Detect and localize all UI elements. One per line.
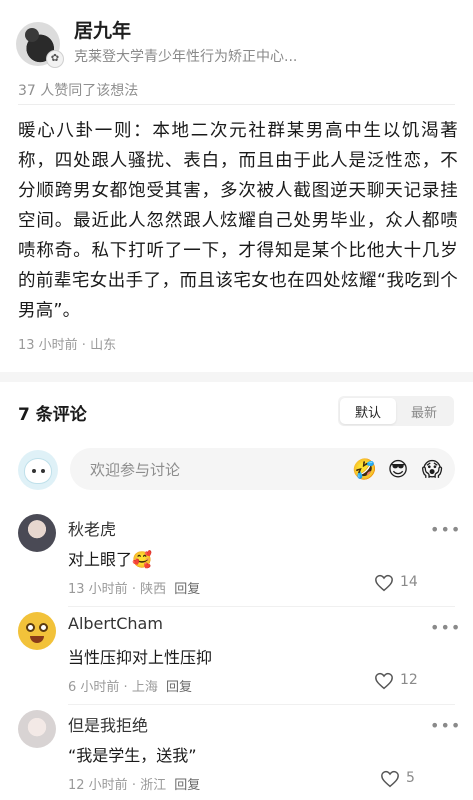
more-options-icon[interactable]: •••: [430, 716, 461, 735]
shocked-emoji-button[interactable]: 😱: [420, 457, 444, 481]
comments-count-title: 7 条评论: [18, 405, 87, 425]
like-count: 14: [400, 574, 418, 590]
laughing-emoji-button[interactable]: 🤣: [352, 457, 377, 481]
commenter-name[interactable]: 但是我拒绝: [68, 712, 148, 736]
post-header: ✿ 居九年 克莱登大学青少年性行为矫正中心...: [0, 0, 473, 80]
like-button[interactable]: 12: [374, 672, 418, 690]
cool-emoji-button[interactable]: 😎: [386, 457, 410, 481]
comment-meta: 13 小时前 · 陕西 回复: [68, 582, 201, 597]
like-button[interactable]: 14: [374, 574, 418, 592]
comment-input[interactable]: 欢迎参与讨论 🤣 😎 😱: [70, 448, 455, 490]
heart-icon: [375, 672, 393, 690]
like-button[interactable]: 5: [380, 770, 415, 788]
commenter-avatar[interactable]: [18, 710, 56, 748]
comment-location: 浙江: [140, 778, 167, 793]
more-options-icon[interactable]: •••: [430, 520, 461, 539]
commenter-name[interactable]: 秋老虎: [68, 516, 116, 540]
heart-icon: [375, 574, 393, 592]
post-body: 暖心八卦一则：本地二次元社群某男高中生以饥渴著称，四处跟人骚扰、表白，而且由于此…: [18, 121, 458, 321]
comment-meta: 12 小时前 · 浙江 回复: [68, 778, 201, 793]
section-divider: [0, 372, 473, 382]
comment-text: 当性压抑对上性压抑: [68, 648, 213, 667]
commenter-name[interactable]: AlbertCham: [68, 614, 163, 633]
reply-button[interactable]: 回复: [174, 582, 200, 597]
commenter-avatar[interactable]: [18, 514, 56, 552]
commenter-avatar[interactable]: [18, 612, 56, 650]
heart-icon: [381, 770, 399, 788]
divider: [68, 606, 455, 607]
comment-time: 12 小时前: [68, 778, 128, 793]
comment-text: 对上眼了🥰: [68, 550, 152, 569]
comment-meta: 6 小时前 · 上海 回复: [68, 680, 192, 695]
reply-button[interactable]: 回复: [174, 778, 200, 793]
sort-toggle: 默认 最新: [338, 396, 454, 426]
like-count: 5: [406, 770, 415, 786]
divider: [68, 704, 455, 705]
sort-default-button[interactable]: 默认: [340, 398, 396, 424]
author-bio: 克莱登大学青少年性行为矫正中心...: [74, 49, 298, 65]
post-meta: 13 小时前 · 山东: [18, 338, 117, 353]
like-count: 12: [400, 672, 418, 688]
current-user-avatar: [18, 450, 58, 490]
divider: [18, 104, 455, 105]
comment-text: “我是学生，送我”: [68, 746, 197, 765]
author-name[interactable]: 居九年: [74, 16, 131, 43]
comment-location: 陕西: [140, 582, 167, 597]
more-options-icon[interactable]: •••: [430, 618, 461, 637]
comment-input-placeholder: 欢迎参与讨论: [90, 461, 181, 479]
comment-time: 6 小时前: [68, 680, 120, 695]
comment-location: 上海: [131, 680, 158, 695]
comment-time: 13 小时前: [68, 582, 128, 597]
sort-latest-button[interactable]: 最新: [396, 398, 452, 424]
badge-icon: ✿: [46, 50, 64, 68]
likes-summary[interactable]: 37 人赞同了该想法: [18, 80, 138, 100]
reply-button[interactable]: 回复: [166, 680, 192, 695]
